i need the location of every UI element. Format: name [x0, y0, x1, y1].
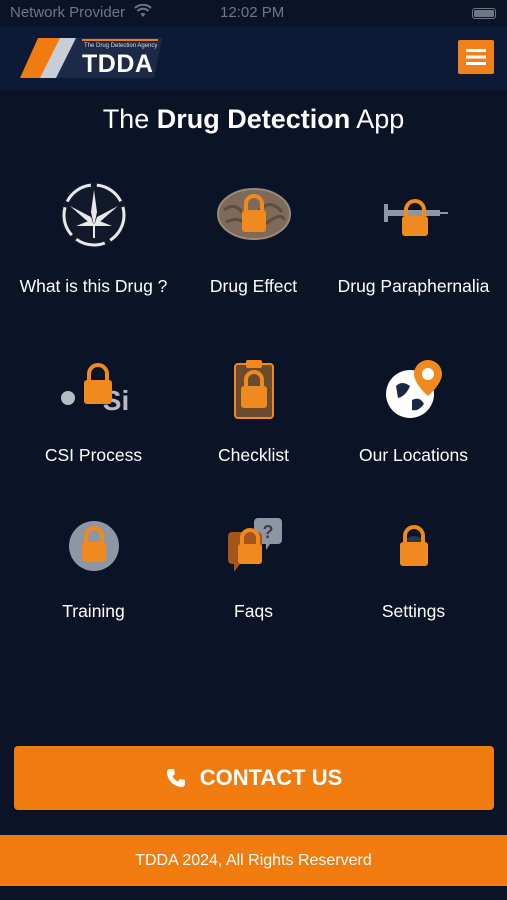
brain-icon: [217, 180, 291, 252]
clock: 12:02 PM: [220, 4, 285, 21]
tile-label: Training: [62, 601, 125, 621]
tile-label: Our Locations: [359, 445, 468, 465]
settings-icon: [378, 516, 450, 588]
carrier-name: Network Provider: [10, 4, 126, 21]
battery-icon: [472, 8, 496, 19]
title-prefix: The: [102, 104, 150, 134]
tile-drug-paraphernalia[interactable]: Drug Paraphernalia: [329, 180, 498, 310]
contact-us-label: CONTACT US: [199, 765, 343, 790]
tile-csi-process[interactable]: Si CSI Process: [9, 356, 178, 466]
footer: TDDA 2024, All Rights Reserverd: [0, 835, 507, 886]
tile-label: Checklist: [218, 445, 289, 465]
tile-label: Settings: [381, 601, 446, 621]
tile-label: CSI Process: [44, 445, 143, 465]
syringe-icon: [378, 180, 450, 252]
page-title: The Drug Detection App: [0, 104, 507, 135]
csi-icon: Si: [58, 356, 130, 428]
tile-drug-effect[interactable]: Drug Effect: [169, 180, 338, 300]
tile-faqs[interactable]: ? Faqs: [169, 516, 338, 626]
tile-training[interactable]: Training: [9, 516, 178, 626]
hamburger-menu-icon: [466, 49, 486, 65]
app-header: The Drug Detection Agency TDDA: [0, 26, 507, 90]
tile-what-is-this-drug[interactable]: What is this Drug ?: [9, 180, 178, 300]
globe-location-icon: [378, 356, 450, 428]
menu-button[interactable]: [458, 40, 494, 74]
title-bold: Drug Detection: [156, 104, 351, 134]
tile-checklist[interactable]: Checklist: [169, 356, 338, 466]
footer-text: TDDA 2024, All Rights Reserverd: [135, 852, 372, 869]
title-suffix: App: [356, 104, 405, 134]
tile-label: Faqs: [234, 601, 273, 621]
svg-text:?: ?: [263, 522, 274, 542]
training-icon: [58, 516, 130, 588]
tile-label: What is this Drug ?: [19, 276, 168, 296]
wifi-icon: [134, 3, 152, 22]
phone-icon: [166, 768, 186, 788]
tile-our-locations[interactable]: Our Locations: [329, 356, 498, 466]
tile-label: Drug Paraphernalia: [337, 276, 490, 296]
tile-label: Drug Effect: [209, 276, 298, 296]
logo-tagline: The Drug Detection Agency: [84, 43, 158, 49]
cannabis-leaf-icon: [58, 180, 130, 252]
clipboard-icon: [218, 356, 290, 428]
faq-chat-icon: ?: [218, 516, 290, 588]
contact-us-button[interactable]: CONTACT US: [14, 746, 494, 810]
tile-settings[interactable]: Settings: [329, 516, 498, 626]
logo-brand: TDDA: [82, 50, 154, 78]
tdda-logo[interactable]: The Drug Detection Agency TDDA: [16, 34, 162, 82]
status-bar: Network Provider 12:02 PM: [0, 0, 507, 28]
